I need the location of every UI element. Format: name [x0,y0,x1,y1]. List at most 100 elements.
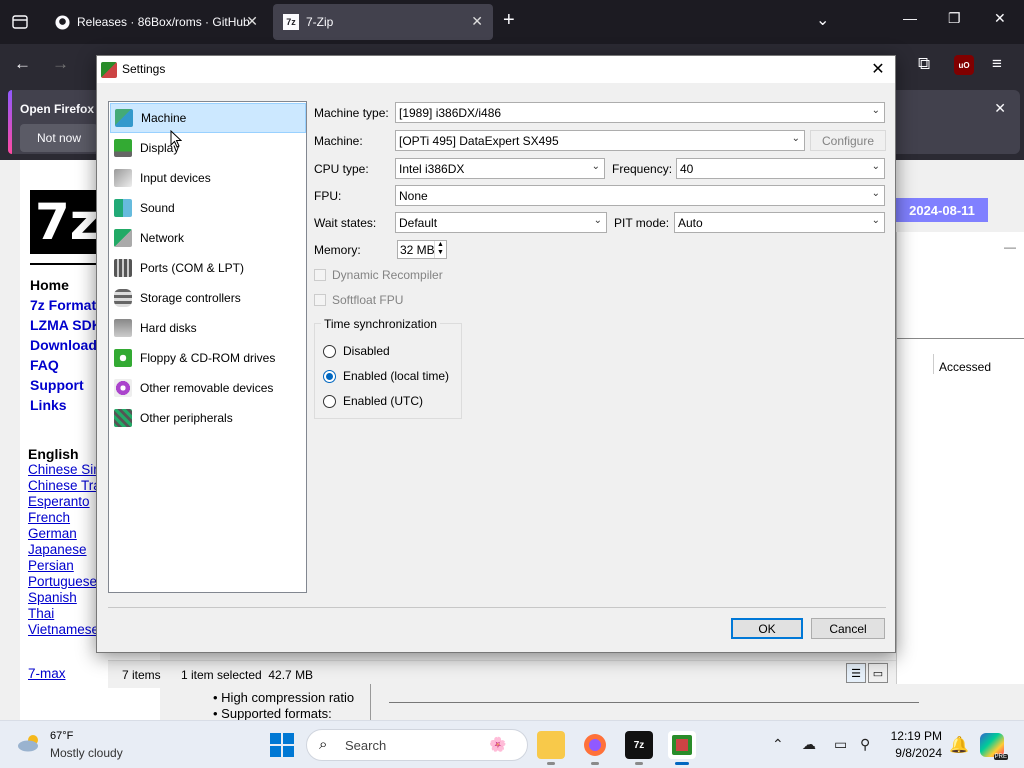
column-header-row [897,338,1024,354]
weather-temp[interactable]: 67°F [50,730,73,742]
chevron-up-icon[interactable]: ⌃ [772,736,784,753]
language-link[interactable]: German [28,526,98,541]
window-close-icon[interactable]: ✕ [994,10,1006,27]
wait-states-select[interactable]: Default ⌄ [395,212,607,233]
category-sound[interactable]: Sound [110,193,306,223]
search-icon: ⌕ [319,736,328,753]
category-network[interactable]: Network [110,223,306,253]
machine-select[interactable]: [OPTi 495] DataExpert SX495 ⌄ [395,130,805,151]
category-label: Machine [141,111,187,125]
list-item: • High compression ratio [213,690,355,705]
network-icon[interactable]: ⚲ [860,736,870,753]
onedrive-icon[interactable]: ☁ [802,736,816,753]
dialog-close-icon[interactable]: ✕ [867,59,889,79]
chevron-down-icon: ⌄ [593,215,602,226]
details-view-icon[interactable]: ☰ [846,663,866,683]
category-input-devices[interactable]: Input devices [110,163,306,193]
language-link[interactable]: Vietnamese [28,622,98,637]
nav-link-download[interactable]: Download [30,337,100,353]
nav-link-7z-format[interactable]: 7z Format [30,297,100,313]
configure-button[interactable]: Configure [810,130,886,151]
ublock-icon[interactable]: uO [954,55,974,75]
forward-icon[interactable]: → [52,54,69,74]
category-machine[interactable]: Machine [110,103,306,133]
category-removable-devices[interactable]: Other removable devices [110,373,306,403]
close-tab-icon[interactable]: ✕ [471,13,483,30]
not-now-button[interactable]: Not now [20,124,98,152]
close-notification-icon[interactable]: ✕ [994,100,1006,117]
windows-start-icon[interactable] [270,733,294,757]
restore-icon[interactable]: ❐ [948,10,961,27]
clock-time[interactable]: 12:19 PM [890,729,942,743]
language-link[interactable]: French [28,510,98,525]
language-link[interactable]: Japanese [28,542,98,557]
language-link[interactable]: Spanish [28,590,98,605]
fpu-select[interactable]: None ⌄ [395,185,885,206]
radio-label: Enabled (local time) [343,369,450,383]
radio-enabled-utc[interactable]: Enabled (UTC) [323,394,423,408]
firefox-icon[interactable] [581,731,609,765]
language-link[interactable]: Thai [28,606,98,621]
language-link[interactable]: Chinese Trad. [28,478,98,493]
language-link[interactable]: Persian [28,558,98,573]
spin-arrows-icon[interactable]: ▲ ▼ [434,241,446,258]
nav-link-home[interactable]: Home [30,277,100,293]
memory-spinbox[interactable]: 32 MB ▲ ▼ [397,240,447,259]
dynamic-recompiler-checkbox[interactable]: Dynamic Recompiler [314,268,443,282]
notification-bell-icon[interactable]: 🔔 [949,735,969,755]
language-link[interactable]: Esperanto [28,494,98,509]
cpu-type-label: CPU type: [314,162,369,176]
column-header-accessed[interactable]: Accessed [939,360,991,374]
nav-link-links[interactable]: Links [30,397,100,413]
cloudy-weather-icon[interactable] [17,734,43,752]
language-link[interactable]: Portuguese [28,574,98,589]
pit-mode-value: Auto [678,216,703,230]
back-icon[interactable]: ← [14,54,31,74]
file-manager-minimize-icon[interactable]: — [1004,240,1016,254]
radio-enabled-local[interactable]: Enabled (local time) [323,369,449,383]
taskbar-search[interactable]: ⌕ Search 🌸 [306,729,528,761]
nav-link-support[interactable]: Support [30,377,100,393]
file-explorer-icon[interactable] [537,731,565,765]
radio-disabled[interactable]: Disabled [323,344,390,358]
weather-condition[interactable]: Mostly cloudy [50,746,123,760]
menu-icon[interactable]: ≡ [992,54,1002,74]
category-display[interactable]: Display [110,133,306,163]
tab-list-icon[interactable] [6,9,34,35]
nav-link-faq[interactable]: FAQ [30,357,100,373]
new-tab-icon[interactable]: + [503,9,515,32]
frequency-select[interactable]: 40 ⌄ [676,158,885,179]
86box-taskbar-icon[interactable] [668,731,696,765]
tab-github[interactable]: Releases · 86Box/roms · GitHub ✕ [44,4,268,40]
category-storage-controllers[interactable]: Storage controllers [110,283,306,313]
extensions-icon[interactable]: ⧉ [918,54,930,74]
nav-link-lzma-sdk[interactable]: LZMA SDK [30,317,100,333]
large-icons-view-icon[interactable]: ▭ [868,663,888,683]
softfloat-fpu-checkbox[interactable]: Softfloat FPU [314,293,403,307]
7zip-logo: 7z [30,190,102,254]
minimize-icon[interactable]: — [903,10,917,26]
copilot-icon[interactable]: PRE [980,733,1008,760]
cpu-type-select[interactable]: Intel i386DX ⌄ [395,158,605,179]
7-max-link[interactable]: 7-max [28,666,66,681]
category-other-peripherals[interactable]: Other peripherals [110,403,306,433]
language-link[interactable]: Chinese Simpl. [28,462,98,477]
dialog-title-bar[interactable]: Settings ✕ [97,56,895,83]
category-hard-disks[interactable]: Hard disks [110,313,306,343]
status-item-count: 7 items [122,668,161,682]
category-floppy-cdrom[interactable]: Floppy & CD-ROM drives [110,343,306,373]
settings-dialog: Settings ✕ Machine Display Input devices… [96,55,896,653]
close-tab-icon[interactable]: ✕ [246,13,258,30]
chevron-down-icon: ⌄ [871,215,880,226]
display-icon[interactable]: ▭ [834,736,847,753]
tab-7zip[interactable]: 7z 7-Zip ✕ [273,4,493,40]
ok-button[interactable]: OK [731,618,803,639]
cancel-button[interactable]: Cancel [811,618,885,639]
clock-date[interactable]: 9/8/2024 [890,746,942,760]
pit-mode-select[interactable]: Auto ⌄ [674,212,885,233]
list-all-tabs-icon[interactable]: ⌄ [816,10,829,30]
machine-type-select[interactable]: [1989] i386DX/i486 ⌄ [395,102,885,123]
7zip-taskbar-icon[interactable]: 7z [625,731,653,765]
date-badge: 2024-08-11 [896,198,988,222]
category-ports[interactable]: Ports (COM & LPT) [110,253,306,283]
